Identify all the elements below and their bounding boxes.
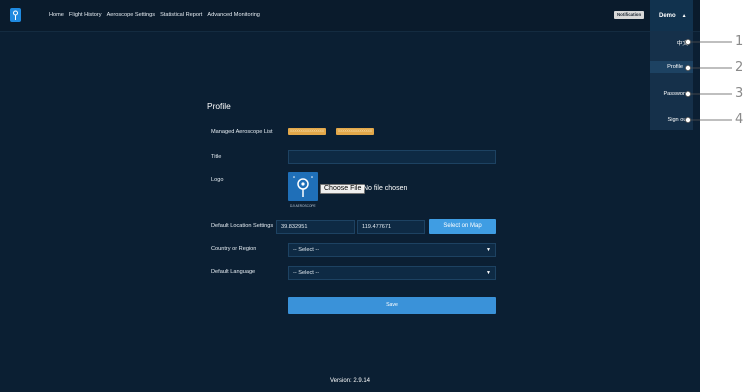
- callout-number: 3: [735, 86, 744, 101]
- callout-number: 4: [735, 112, 744, 127]
- callout-number: 2: [735, 60, 744, 75]
- callout-number: 1: [735, 34, 744, 49]
- callout-lines: [685, 39, 732, 124]
